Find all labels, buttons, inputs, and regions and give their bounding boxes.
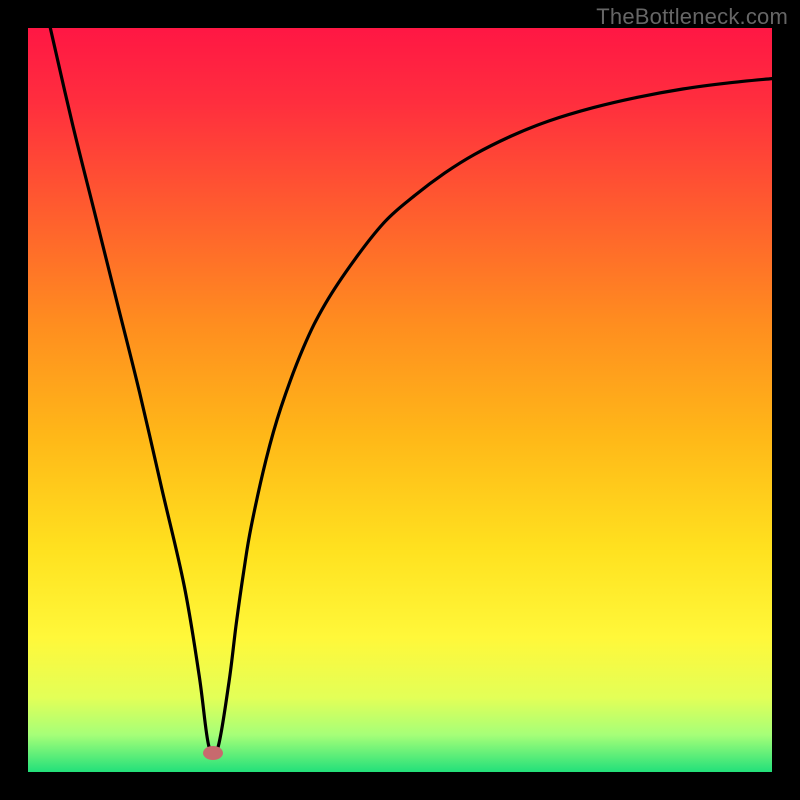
optimum-marker xyxy=(203,746,223,760)
chart-frame: TheBottleneck.com xyxy=(0,0,800,800)
watermark-text: TheBottleneck.com xyxy=(596,4,788,30)
plot-area xyxy=(28,28,772,772)
gradient-background xyxy=(28,28,772,772)
